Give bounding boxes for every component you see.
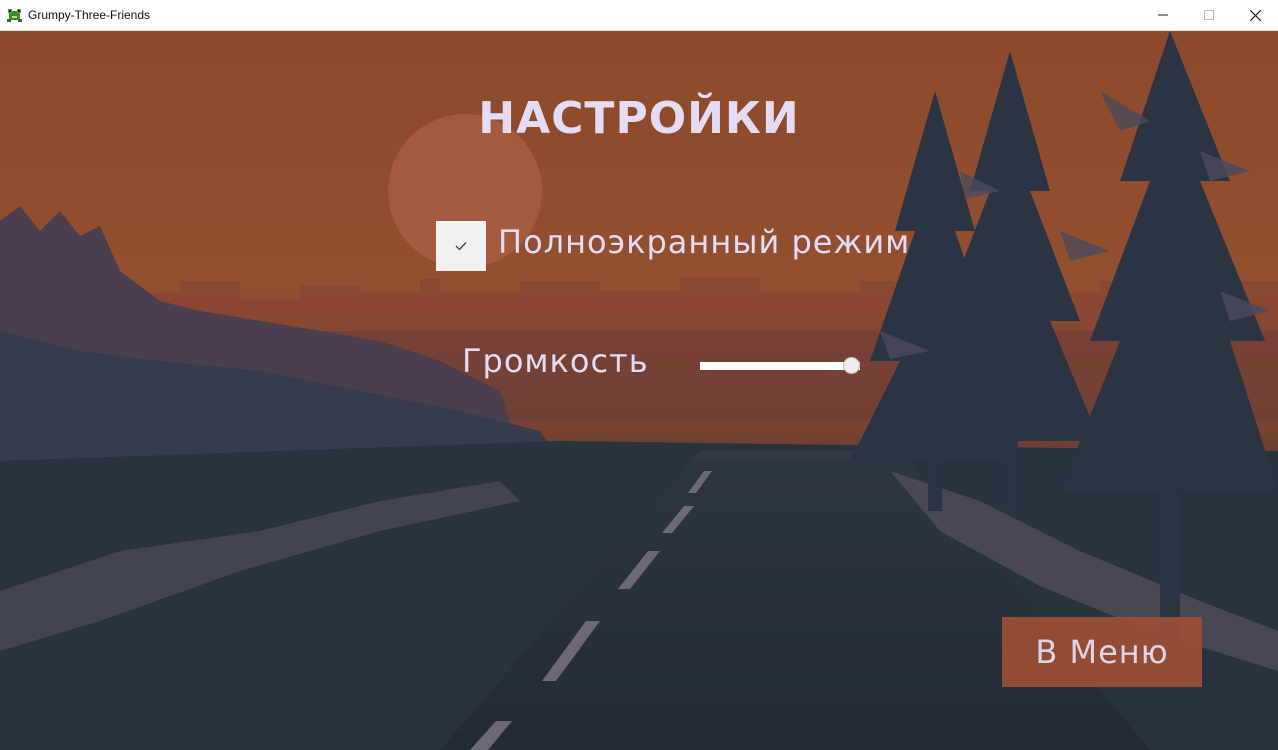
volume-slider[interactable] [700, 357, 860, 374]
check-icon [455, 242, 467, 251]
maximize-button[interactable] [1186, 0, 1232, 30]
minimize-icon [1158, 14, 1168, 16]
settings-screen: НАСТРОЙКИ Полноэкранный режим Громкость … [0, 31, 1278, 750]
volume-label: Громкость [462, 342, 649, 380]
maximize-icon [1204, 10, 1214, 20]
fullscreen-label[interactable]: Полноэкранный режим [498, 223, 910, 261]
back-to-menu-button[interactable]: В Меню [1002, 617, 1202, 687]
minimize-button[interactable] [1140, 0, 1186, 30]
window-title: Grumpy-Three-Friends [28, 8, 151, 22]
fullscreen-checkbox[interactable] [436, 221, 486, 271]
close-button[interactable] [1232, 0, 1278, 30]
close-icon [1249, 9, 1261, 21]
settings-heading: НАСТРОЙКИ [478, 93, 800, 144]
volume-slider-fill [700, 362, 860, 370]
frog-app-icon [7, 9, 22, 22]
window-titlebar: Grumpy-Three-Friends [0, 0, 1278, 31]
volume-slider-thumb[interactable] [843, 357, 860, 374]
